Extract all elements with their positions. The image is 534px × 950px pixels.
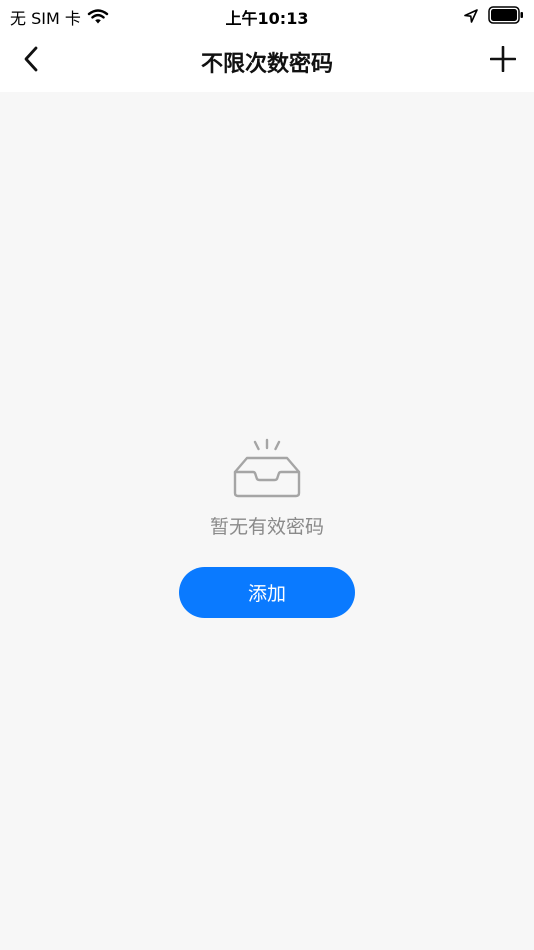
status-bar: 无 SIM 卡 上午10:13 [0, 0, 534, 30]
page-title: 不限次数密码 [200, 52, 333, 77]
add-button[interactable]: 添加 [179, 567, 355, 618]
main-content: 暂无有效密码 添加 [0, 92, 534, 950]
navigation-bar: 不限次数密码 [0, 30, 534, 92]
empty-message: 暂无有效密码 [209, 516, 324, 538]
empty-tray-icon [231, 438, 303, 500]
status-time: 上午10:13 [225, 9, 309, 28]
status-right-group [464, 6, 524, 24]
plus-icon [489, 45, 517, 76]
battery-icon [488, 6, 524, 24]
empty-state: 暂无有效密码 添加 [0, 438, 534, 618]
location-icon [464, 8, 478, 23]
add-password-button[interactable] [486, 44, 520, 78]
